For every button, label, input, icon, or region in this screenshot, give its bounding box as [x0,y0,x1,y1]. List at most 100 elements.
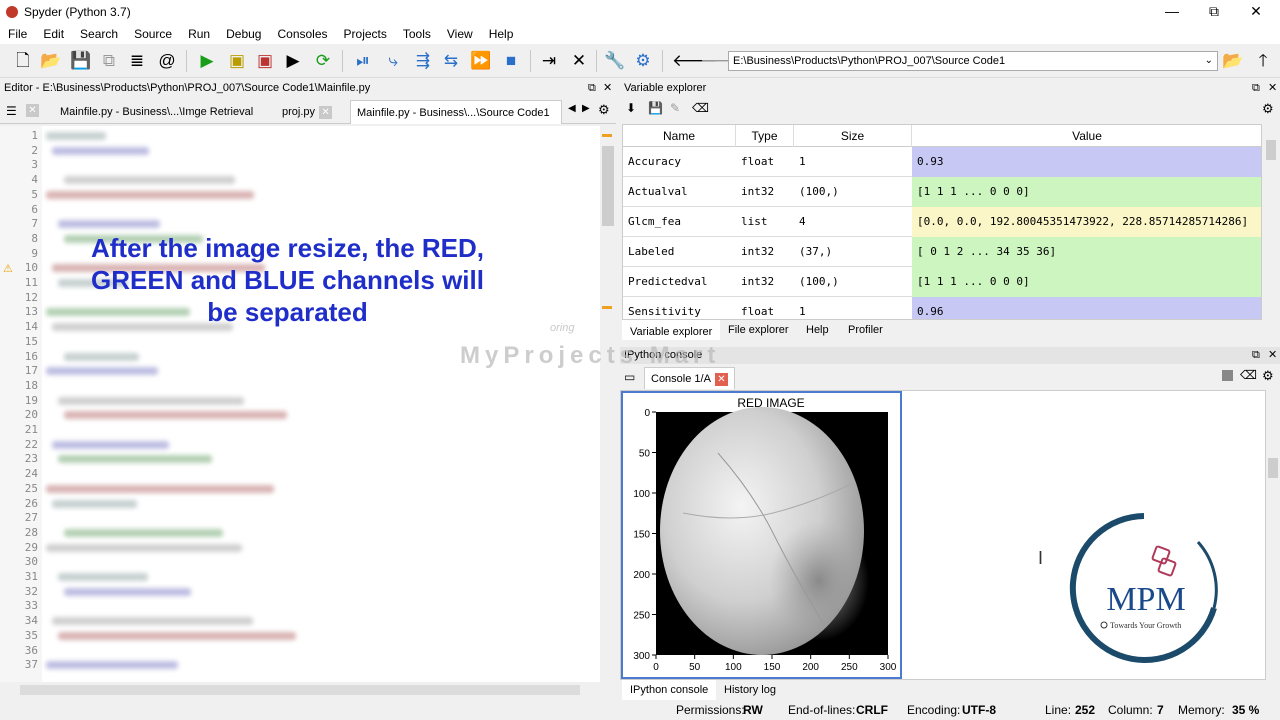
browse-consoles-icon[interactable]: ▭ [624,370,635,384]
table-row[interactable]: Accuracy float 1 0.93 [623,147,1261,177]
text-cursor-icon: I [1038,548,1044,568]
save-all-icon[interactable]: ⧉ [98,50,120,72]
tab-scroll-right-icon[interactable]: ▶ [582,103,590,114]
tab-console-1a[interactable]: Console 1/A ✕ [644,367,735,389]
menu-search[interactable]: Search [72,27,126,41]
clear-console-icon[interactable]: ⌫ [1240,368,1257,382]
column-header-size[interactable]: Size [794,125,912,147]
maximize-pane-icon[interactable]: ⇥ [538,50,560,72]
console-scrollbar[interactable] [1266,390,1280,680]
table-row[interactable]: Glcm_fea list 4 [0.0, 0.0, 192.800453514739… [623,207,1261,237]
code-line [46,543,242,552]
close-window-button[interactable]: ✕ [1236,0,1276,24]
undock-icon[interactable]: ⧉ [1252,347,1260,364]
column-header-name[interactable]: Name [623,125,736,147]
column-header-value[interactable]: Value [912,125,1261,147]
fullscreen-icon[interactable]: ✕ [568,50,590,72]
run-cell-advance-icon[interactable]: ▣ [254,50,276,72]
run-cell-icon[interactable]: ▣ [226,50,248,72]
run-selection-icon[interactable]: ▶ [282,50,304,72]
y-tick-label: 300 [633,651,650,662]
line-number: 35 [24,628,38,642]
close-pane-icon[interactable]: ✕ [603,80,612,97]
undock-icon[interactable]: ⧉ [1252,80,1260,97]
gear-icon[interactable]: ⚙ [1262,101,1274,117]
parent-dir-arrow-icon[interactable]: 🡑 [1252,50,1274,72]
debug-icon[interactable]: ⏯ [352,50,374,72]
editor-vertical-scrollbar[interactable] [600,126,616,682]
gear-icon[interactable]: ⚙ [598,102,610,118]
line-number: 16 [24,349,38,363]
tab-help[interactable]: Help [798,320,837,340]
working-directory-input[interactable]: E:\Business\Products\Python\PROJ_007\Sou… [728,51,1218,71]
tab-history-log[interactable]: History log [716,680,784,700]
tab-mainfile-imge-retrieval[interactable]: Mainfile.py - Business\...\Imge Retrieva… [54,100,264,143]
menu-view[interactable]: View [439,27,481,41]
menu-edit[interactable]: Edit [35,27,72,41]
back-arrow-icon[interactable]: 🡐 [672,50,718,72]
save-data-icon[interactable]: 💾 [648,101,663,115]
stop-kernel-icon[interactable] [1222,370,1233,381]
table-row[interactable]: Labeled int32 (37,) [ 0 1 2 ... 34 35 36] [623,237,1261,267]
tab-variable-explorer[interactable]: Variable explorer [622,320,721,340]
cell-value: 0.93 [912,147,1261,177]
save-as-icon[interactable]: ✎ [670,101,680,115]
table-row[interactable]: Predictedval int32 (100,) [1 1 1 ... 0 0 0] [623,267,1261,297]
browse-folder-icon[interactable]: 📂 [1222,50,1244,72]
column-header-type[interactable]: Type [736,125,794,147]
rerun-icon[interactable]: ⟳ [312,50,334,72]
tab-ipython-console[interactable]: IPython console [622,680,717,700]
save-icon[interactable]: 💾 [70,50,92,72]
close-icon[interactable]: ✕ [319,105,333,119]
import-data-icon[interactable]: ⬇ [626,101,636,115]
code-line [58,455,212,464]
at-icon[interactable]: @ [156,50,178,72]
menu-projects[interactable]: Projects [336,27,395,41]
code-editor[interactable] [42,126,600,682]
preferences-wrench-icon[interactable]: 🔧 [604,50,626,72]
menu-debug[interactable]: Debug [218,27,269,41]
step-return-icon[interactable]: ⇆ [440,50,462,72]
menu-run[interactable]: Run [180,27,218,41]
table-row[interactable]: Actualval int32 (100,) [1 1 1 ... 0 0 0] [623,177,1261,207]
menu-consoles[interactable]: Consoles [269,27,335,41]
memory-label: Memory: [1178,703,1225,717]
menu-tools[interactable]: Tools [395,27,439,41]
caption-line-2: GREEN and BLUE channels will [91,265,484,295]
editor-horizontal-scrollbar[interactable] [0,682,616,698]
run-icon[interactable]: ▶ [196,50,218,72]
eraser-icon[interactable]: ⌫ [692,101,709,115]
tab-proj[interactable]: proj.py ✕ [276,100,346,124]
chevron-down-icon[interactable]: ⌄ [1205,52,1213,70]
cell-value: [1 1 1 ... 0 0 0] [912,177,1261,207]
tab-scroll-left-icon[interactable]: ◀ [568,103,576,114]
menu-file[interactable]: File [0,27,35,41]
tab-mainfile-source-code1[interactable]: Mainfile.py - Business\...\Source Code1✕ [350,100,562,144]
menu-help[interactable]: Help [481,27,522,41]
print-icon[interactable]: ≣ [126,50,148,72]
undock-icon[interactable]: ⧉ [588,80,596,97]
step-into-icon[interactable]: ⇶ [412,50,434,72]
close-pane-icon[interactable]: ✕ [1268,347,1277,364]
x-tick-label: 150 [764,662,781,673]
menu-source[interactable]: Source [126,27,180,41]
continue-icon[interactable]: ⏩ [470,50,492,72]
python-path-icon[interactable]: ⚙ [632,50,654,72]
table-row[interactable]: Sensitivity float 1 0.96 [623,297,1261,319]
close-icon[interactable]: ✕ [714,372,728,386]
title-bar: Spyder (Python 3.7) — ⧉ ✕ [0,0,1280,24]
variable-table-scrollbar[interactable] [1264,124,1278,320]
minimize-button[interactable]: — [1152,0,1192,24]
open-file-icon[interactable]: 📂 [40,50,62,72]
stop-debug-icon[interactable]: ■ [500,50,522,72]
tab-profiler[interactable]: Profiler [840,320,891,340]
gear-icon[interactable]: ⚙ [1262,368,1274,384]
new-file-icon[interactable]: 🗋 [12,50,34,72]
step-icon[interactable]: ⤷ [382,50,404,72]
close-pane-icon[interactable]: ✕ [1268,80,1277,97]
tab-file-explorer[interactable]: File explorer [720,320,797,340]
browse-tabs-icon[interactable]: ☰ [6,104,17,118]
forward-arrow-icon[interactable]: 🡒 [700,50,746,72]
maximize-button[interactable]: ⧉ [1194,0,1234,24]
close-icon[interactable]: ✕ [26,104,39,117]
